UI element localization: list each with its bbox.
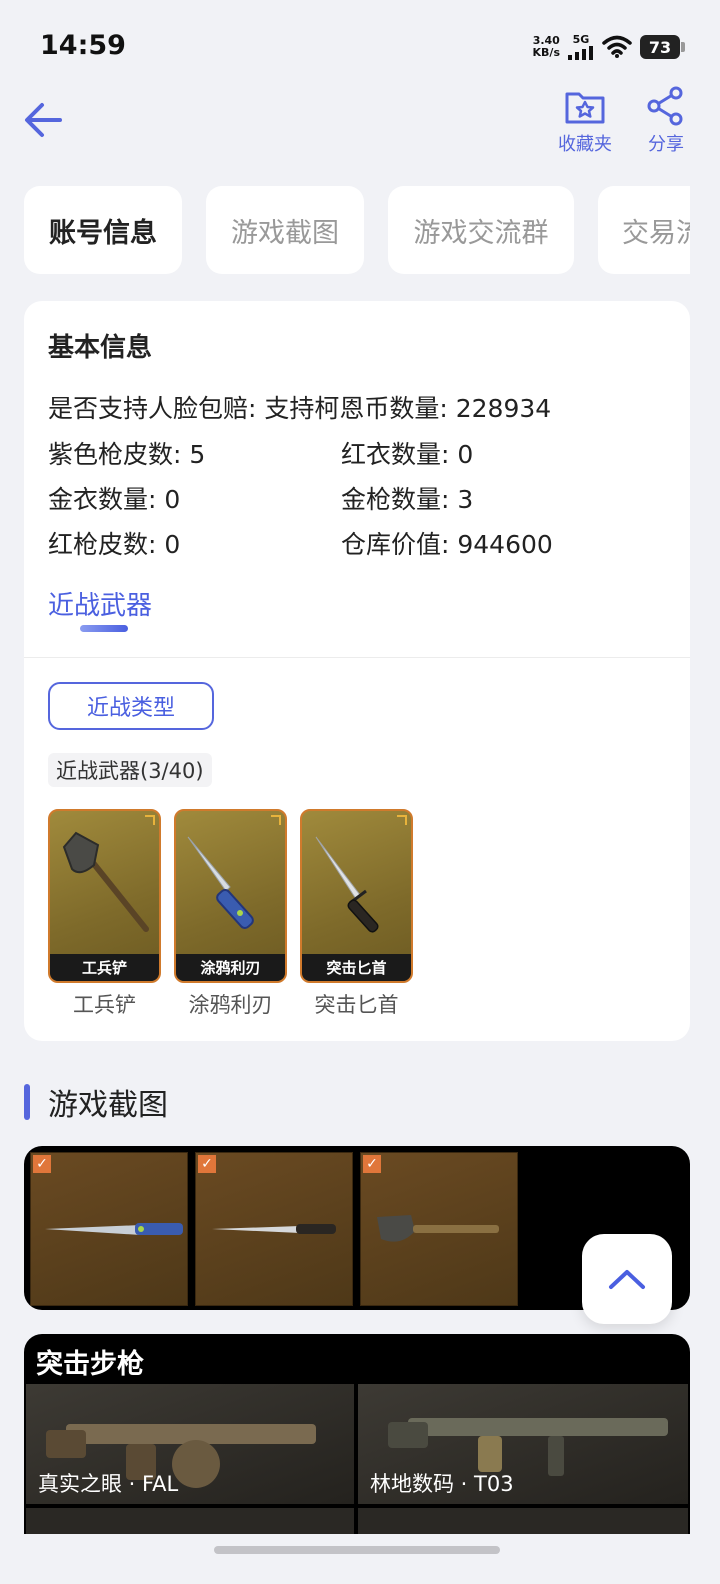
check-icon: ✓ xyxy=(33,1155,51,1173)
tab-melee-weapons[interactable]: 近战武器 xyxy=(48,585,152,622)
status-icons: 3.40 KB/s 5G 73 xyxy=(533,34,685,60)
arrow-left-icon xyxy=(25,103,62,137)
chevron-up-icon xyxy=(609,1270,645,1289)
melee-count-chip: 近战武器(3/40) xyxy=(48,753,212,787)
wifi-icon xyxy=(602,35,632,58)
screenshot-slot: ✓ xyxy=(30,1152,188,1306)
signal-bars-icon xyxy=(568,46,593,60)
home-indicator[interactable] xyxy=(214,1546,500,1554)
coin-count: 柯恩币数量: 228934 xyxy=(314,394,552,423)
card-title: 基本信息 xyxy=(48,333,153,363)
gold-guns: 金枪数量: 3 xyxy=(341,485,474,514)
tab-trade-flow[interactable]: 交易流 xyxy=(598,186,690,274)
cellular-signal: 5G xyxy=(568,34,594,60)
tile-name: 工兵铲 xyxy=(50,954,159,981)
section-tabs: 账号信息 游戏截图 游戏交流群 交易流 xyxy=(24,186,690,274)
red-outfits: 红衣数量: 0 xyxy=(341,440,474,469)
rifle-card-title: 突击步枪 xyxy=(36,1349,144,1380)
face-compensation: 是否支持人脸包赔: 支持 xyxy=(48,394,315,423)
network-type: 5G xyxy=(572,33,590,46)
favorites-button[interactable]: 收藏夹 xyxy=(558,84,612,156)
folder-star-icon xyxy=(565,92,605,124)
status-time: 14:59 xyxy=(40,30,126,61)
screenshot-slot: ✓ xyxy=(360,1152,518,1306)
gold-outfits: 金衣数量: 0 xyxy=(48,485,181,514)
shovel-icon xyxy=(377,1215,499,1242)
battery-level: 73 xyxy=(648,37,672,57)
screenshot-slot: ✓ xyxy=(195,1152,353,1306)
basic-info-card: 基本信息 是否支持人脸包赔: 支持柯恩币数量: 228934 紫色枪皮数: 5 … xyxy=(24,301,690,1041)
net-speed: 3.40 KB/s xyxy=(533,35,560,59)
tile-corner xyxy=(145,815,155,825)
check-icon: ✓ xyxy=(198,1155,216,1173)
scroll-to-top-button[interactable] xyxy=(582,1234,672,1324)
tab-active-indicator xyxy=(80,625,128,632)
knife-icon xyxy=(187,836,254,929)
assault-rifle-card: 突击步枪 真实之眼 · FAL 林地数码 · T03 xyxy=(24,1334,690,1534)
tab-account-info[interactable]: 账号信息 xyxy=(24,186,182,274)
divider xyxy=(24,657,690,658)
rifle-tile[interactable] xyxy=(358,1508,688,1534)
screenshots-heading: 游戏截图 xyxy=(24,1082,168,1123)
rifle-tile[interactable] xyxy=(26,1508,354,1534)
rifle-name: 林地数码 · T03 xyxy=(370,1472,514,1496)
tab-game-screenshots[interactable]: 游戏截图 xyxy=(206,186,364,274)
weapon-caption: 工兵铲 xyxy=(73,993,136,1017)
share-button[interactable]: 分享 xyxy=(644,84,688,156)
knife-icon xyxy=(45,1223,183,1235)
rifle-tile[interactable]: 真实之眼 · FAL xyxy=(26,1384,354,1504)
status-bar: 14:59 3.40 KB/s 5G 73 xyxy=(0,0,720,96)
tile-corner xyxy=(271,815,281,825)
rifle-name: 真实之眼 · FAL xyxy=(38,1472,179,1496)
shovel-icon xyxy=(62,831,149,932)
rifle-tile[interactable]: 林地数码 · T03 xyxy=(358,1384,688,1504)
dagger-icon xyxy=(212,1224,336,1234)
net-speed-unit: KB/s xyxy=(532,46,560,59)
heading-accent-bar xyxy=(24,1084,30,1120)
red-skins: 红枪皮数: 0 xyxy=(48,530,181,559)
check-icon: ✓ xyxy=(363,1155,381,1173)
purple-skins: 紫色枪皮数: 5 xyxy=(48,440,206,469)
weapon-tile-shovel[interactable]: 工兵铲 xyxy=(48,809,161,983)
back-button[interactable] xyxy=(20,96,68,144)
tile-name: 突击匕首 xyxy=(302,954,411,981)
share-icon xyxy=(647,86,683,126)
top-nav: 收藏夹 分享 xyxy=(0,84,720,164)
weapon-tile-assault-dagger[interactable]: 突击匕首 xyxy=(300,809,413,983)
tab-game-group[interactable]: 游戏交流群 xyxy=(388,186,574,274)
favorites-label: 收藏夹 xyxy=(558,134,612,155)
weapon-caption: 涂鸦利刃 xyxy=(188,993,273,1017)
weapon-tile-graffiti-blade[interactable]: 涂鸦利刃 xyxy=(174,809,287,983)
face-compensation-info: 是否支持人脸包赔: 支持柯恩币数量: 228934 xyxy=(48,389,551,425)
tile-corner xyxy=(397,815,407,825)
tile-name: 涂鸦利刃 xyxy=(176,954,285,981)
weapon-caption: 突击匕首 xyxy=(314,993,399,1017)
dagger-icon xyxy=(315,836,379,933)
warehouse-value: 仓库价值: 944600 xyxy=(341,530,553,559)
melee-type-button[interactable]: 近战类型 xyxy=(48,682,214,730)
battery-indicator: 73 xyxy=(640,35,685,59)
share-label: 分享 xyxy=(648,134,684,155)
heading-text: 游戏截图 xyxy=(48,1088,168,1123)
